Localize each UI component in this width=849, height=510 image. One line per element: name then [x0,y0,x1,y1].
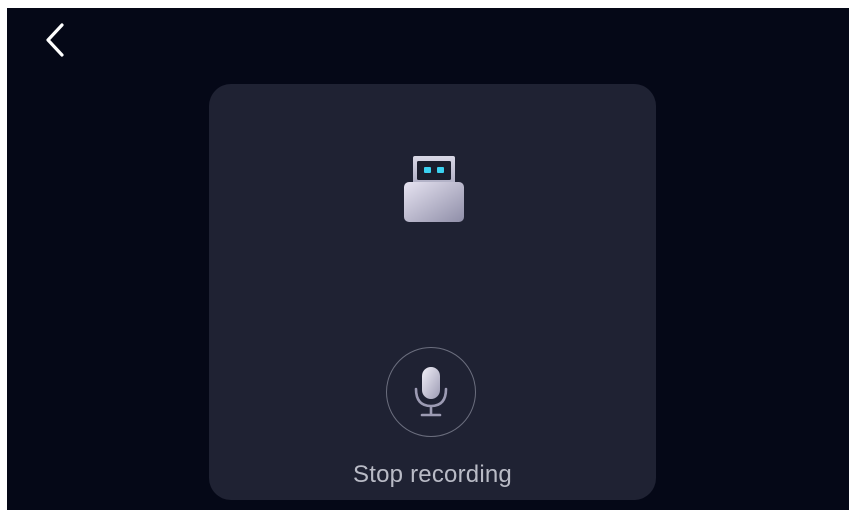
stop-recording-mic-button[interactable] [386,347,476,437]
recording-screen: Stop recording [7,8,849,510]
usb-drive-icon [404,156,464,222]
recording-card: Stop recording [209,84,656,500]
microphone-icon [414,367,448,417]
chevron-left-icon [46,23,64,57]
back-button[interactable] [35,20,75,60]
stop-recording-label: Stop recording [353,461,512,488]
